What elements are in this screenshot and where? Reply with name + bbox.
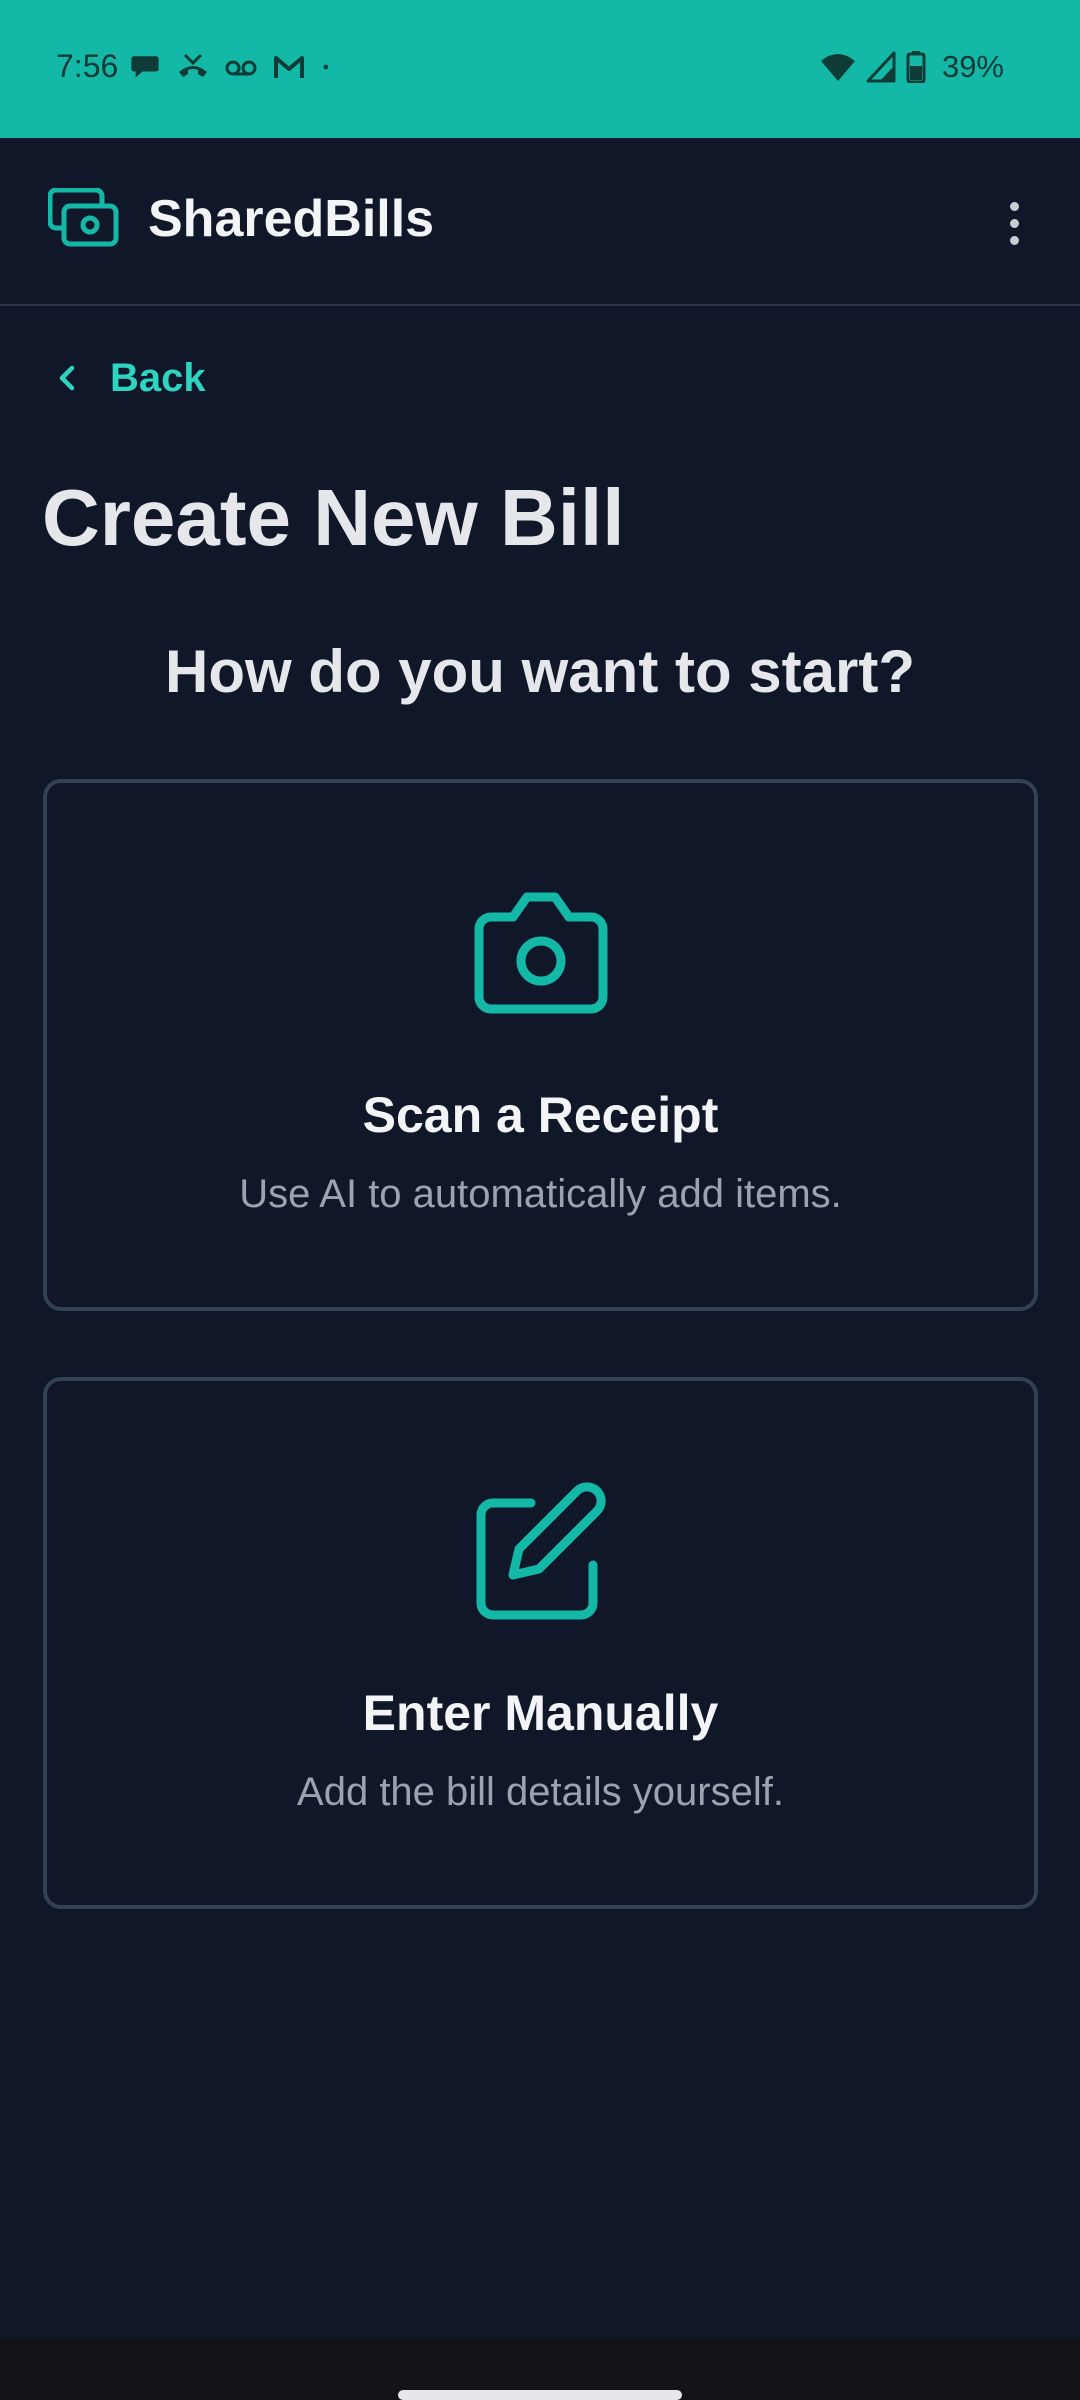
back-label: Back bbox=[110, 356, 206, 400]
chat-bubble-icon bbox=[131, 56, 159, 78]
option-title: Enter Manually bbox=[362, 1685, 719, 1741]
app-title: SharedBills bbox=[148, 190, 435, 248]
option-description: Add the bill details yourself. bbox=[297, 1770, 784, 1814]
cash-icon bbox=[48, 188, 119, 247]
status-time: 7:56 bbox=[56, 48, 119, 84]
enter-manually-option[interactable]: Enter Manually Add the bill details your… bbox=[43, 1377, 1038, 1909]
gmail-icon bbox=[274, 56, 304, 78]
battery-percentage: 39% bbox=[941, 49, 1004, 84]
more-dot-icon bbox=[323, 64, 329, 70]
back-button[interactable]: Back bbox=[52, 350, 206, 406]
status-bar: 7:56 39% bbox=[0, 0, 1080, 138]
option-description: Use AI to automatically add items. bbox=[239, 1172, 842, 1216]
battery-icon bbox=[906, 51, 926, 83]
page-title: Create New Bill bbox=[42, 473, 625, 562]
start-prompt: How do you want to start? bbox=[165, 638, 915, 705]
missed-call-icon bbox=[179, 53, 207, 77]
wifi-icon bbox=[820, 54, 855, 81]
app-bar: SharedBills bbox=[0, 138, 1080, 306]
option-title: Scan a Receipt bbox=[362, 1087, 719, 1143]
home-gesture-handle[interactable] bbox=[398, 2390, 682, 2400]
camera-icon bbox=[474, 892, 607, 1014]
scan-receipt-option[interactable]: Scan a Receipt Use AI to automatically a… bbox=[43, 779, 1038, 1311]
notification-icons bbox=[128, 52, 340, 82]
voicemail-icon bbox=[225, 60, 257, 76]
more-vertical-icon[interactable] bbox=[988, 192, 1040, 254]
edit-icon bbox=[476, 1482, 606, 1620]
signal-icon bbox=[866, 51, 896, 83]
chevron-left-icon bbox=[59, 365, 75, 391]
system-icons: 39% bbox=[820, 48, 1004, 86]
